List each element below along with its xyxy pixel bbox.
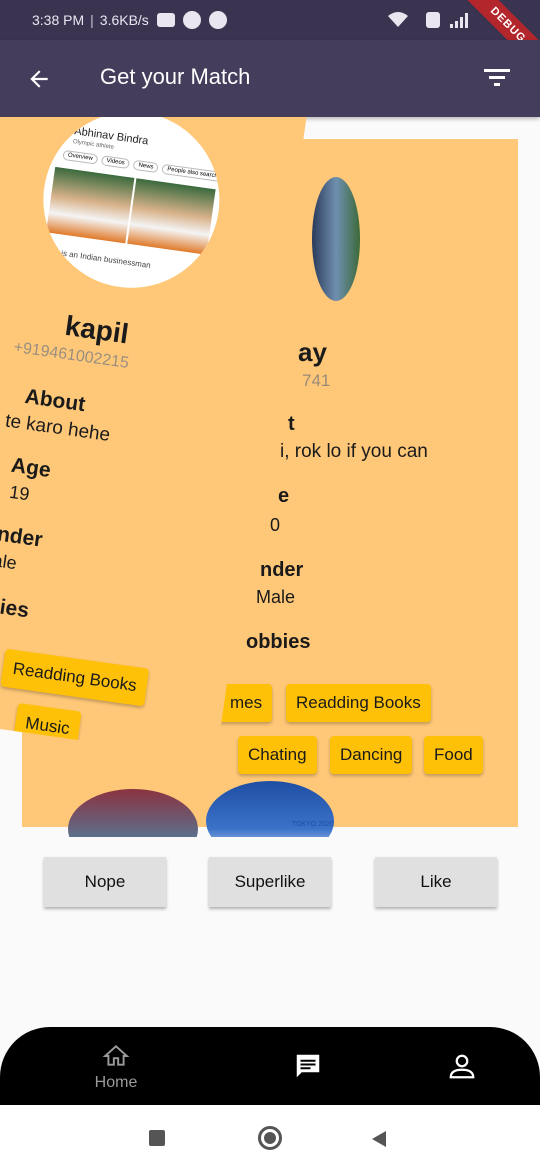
home-icon [102, 1044, 130, 1066]
front-photo-thumb [0, 747, 1, 815]
message-notification-icon [156, 13, 175, 27]
photo-athlete-1 [46, 167, 134, 243]
back-chip-reading[interactable]: Readding Books [286, 684, 431, 722]
front-about-label: About [23, 384, 87, 417]
bottom-navigation: Home [0, 1027, 540, 1105]
home-button-icon[interactable] [258, 1126, 282, 1150]
back-chip-food[interactable]: Food [424, 736, 483, 774]
chat-notification-icon [182, 11, 201, 29]
back-photo-thumb-2: TOKYO 2020 [206, 781, 334, 837]
nav-profile[interactable] [446, 1051, 478, 1086]
back-arrow-icon[interactable] [26, 66, 52, 92]
front-chip-reading[interactable]: Readding Books [0, 649, 149, 707]
front-hobbies-label: obbies [0, 590, 31, 623]
recents-icon[interactable] [149, 1130, 165, 1146]
back-chip-chating[interactable]: Chating [238, 736, 317, 774]
nav-home[interactable]: Home [86, 1043, 146, 1092]
photo-athlete-2 [127, 178, 215, 254]
thumbnail-caption: TOKYO 2020 [292, 821, 334, 828]
back-triangle-icon[interactable] [370, 1130, 388, 1148]
profile-photo-front: Abhinav Bindra Olympic athlete Overview … [32, 117, 231, 299]
status-time: 3:38 PM [32, 12, 85, 28]
page-title: Get your Match [100, 64, 251, 89]
superlike-button[interactable]: Superlike [209, 857, 331, 907]
like-button[interactable]: Like [375, 857, 497, 907]
back-name: ay [298, 337, 327, 367]
front-about-value: te karo hehe [3, 410, 112, 446]
back-about-value: i, rok lo if you can [280, 441, 428, 462]
back-gender-value: Male [256, 587, 296, 607]
person-icon [449, 1054, 475, 1079]
card-stack[interactable]: ay 741 t i, rok lo if you can e 0 nder M… [0, 117, 540, 837]
back-photo-thumb-1 [68, 789, 198, 837]
status-network-speed: 3.6KB/s [99, 12, 149, 28]
back-phone: 741 [302, 371, 331, 390]
chat-icon [296, 1054, 320, 1078]
signal-icon [450, 13, 468, 28]
app-bar: Get your Match [0, 40, 540, 117]
front-name: kapil [63, 309, 131, 350]
back-hobbies-label: obbies [246, 631, 311, 653]
front-age-label: Age [9, 453, 53, 483]
status-bar: 3:38 PM | 3.6KB/s DEBUG [0, 0, 540, 76]
whatsapp-notification-icon [208, 11, 227, 29]
nope-button[interactable]: Nope [44, 857, 166, 907]
photo-text: is an Indian businessman [60, 248, 152, 271]
back-age-value: 0 [270, 515, 281, 535]
filter-icon[interactable] [484, 68, 510, 88]
nav-home-label: Home [94, 1074, 138, 1091]
nav-chat[interactable] [292, 1051, 324, 1086]
back-about-label: t [288, 413, 295, 435]
system-navigation-bar [0, 1105, 540, 1170]
back-chip-dancing[interactable]: Dancing [330, 736, 413, 774]
profile-photo-back [312, 177, 360, 301]
back-gender-label: nder [260, 559, 304, 581]
front-gender-value: Male [0, 547, 19, 574]
wifi-icon [388, 12, 408, 27]
front-gender-label: ender [0, 520, 44, 552]
sim-icon [426, 12, 440, 28]
front-age-value: 19 [8, 481, 31, 505]
back-age-label: e [278, 485, 290, 507]
